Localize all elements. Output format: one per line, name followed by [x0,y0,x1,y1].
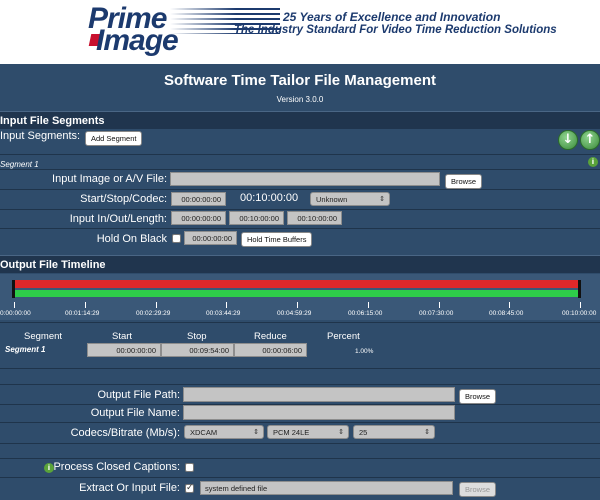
version-label: Version 3.0.0 [276,95,324,104]
extract-browse-button[interactable]: Browse [459,482,497,497]
timeline-tick [156,302,157,308]
output-path-browse-button[interactable]: Browse [459,389,497,404]
extract-input-label: Extract Or Input File: [79,482,180,494]
timeline-tick-label: 00:01:14:29 [65,310,100,317]
divider [0,189,600,190]
timeline-tick-label: 00:10:00:00 [562,310,597,317]
timeline-tick [226,302,227,308]
col-header-percent: Percent [327,331,360,342]
move-up-icon[interactable]: ↑ [580,130,600,150]
timeline-tick [509,302,510,308]
audio-codec-select[interactable]: PCM 24LE ⇕ [267,425,349,439]
closed-captions-label: Process Closed Captions: [53,461,180,473]
timeline-tick-label: 00:08:45:00 [489,310,524,317]
input-length-field[interactable]: 00:10:00:00 [287,211,342,225]
input-segments-label: Input Segments: [0,130,81,142]
codecs-bitrate-label: Codecs/Bitrate (Mb/s): [70,427,180,439]
codec-select[interactable]: Unknown ⇕ [310,192,390,206]
timeline-tick [14,302,15,308]
chevron-updown-icon: ⇕ [338,429,344,436]
divider [0,422,600,423]
hold-time-buffers-button[interactable]: Hold Time Buffers [241,232,313,247]
timeline-tick [297,302,298,308]
bitrate-value: 25 [359,428,368,437]
image-av-label: Input Image or A/V File: [52,173,167,185]
row-start-field[interactable]: 00:00:00:00 [87,343,161,357]
col-header-segment: Segment [24,331,63,342]
stop-time-display: 00:10:00:00 [240,192,299,204]
timeline-start-marker[interactable] [12,280,15,298]
divider [0,443,600,444]
extract-input-checkbox[interactable] [185,482,194,493]
video-codec-select[interactable]: XDCAM ⇕ [184,425,264,439]
input-out-field[interactable]: 00:10:00:00 [229,211,284,225]
start-time-input[interactable]: 00:00:00:00 [171,192,226,206]
chevron-updown-icon: ⇕ [253,429,259,436]
hold-on-black-label: Hold On Black [96,233,167,245]
input-in-field[interactable]: 00:00:00:00 [171,211,226,225]
output-timeline-header: Output File Timeline [0,255,600,273]
move-down-icon[interactable]: ↓ [558,130,578,150]
timeline-tick-label: 00:04:59:29 [277,310,312,317]
timeline-tick [368,302,369,308]
hold-time-field[interactable]: 00:00:00:00 [184,231,237,245]
input-segments-heading: Input File Segments [0,115,105,127]
timeline-tick-label: 00:07:30:00 [419,310,454,317]
chevron-updown-icon: ⇕ [424,429,430,436]
extract-input-field[interactable]: system defined file [200,481,453,495]
closed-captions-checkbox[interactable] [185,463,194,472]
row-reduce-field[interactable]: 00:00:06:00 [234,343,307,357]
divider [0,368,600,369]
page-title: Software Time Tailor File Management [163,72,436,89]
col-header-stop: Stop [187,331,207,342]
codec-select-value: Unknown [316,195,348,204]
timeline-output-bar[interactable] [14,290,580,297]
segment-title: Segment 1 [0,160,39,169]
input-segments-header: Input File Segments [0,111,600,129]
output-path-label: Output File Path: [97,389,180,401]
timeline-input-bar[interactable] [14,280,580,288]
timeline-end-marker[interactable] [578,280,581,298]
tagline-industry: The Industry Standard For Video Time Red… [234,24,557,36]
divider [0,169,600,170]
chevron-updown-icon: ⇕ [379,196,385,203]
divider [0,458,600,459]
start-stop-codec-label: Start/Stop/Codec: [80,193,167,205]
row-percent: 1.00% [355,348,374,355]
row-stop-field[interactable]: 00:09:54:00 [161,343,234,357]
col-header-reduce: Reduce [254,331,287,342]
divider [0,154,600,155]
add-segment-button[interactable]: Add Segment [85,131,143,146]
output-name-input[interactable] [183,405,455,420]
image-av-input[interactable] [170,172,440,186]
logo-text-image: Image [96,24,179,57]
timeline-tick-label: 00:03:44:29 [206,310,241,317]
output-path-input[interactable] [183,387,455,402]
image-av-browse-button[interactable]: Browse [445,174,483,189]
tagline-excellence: 25 Years of Excellence and Innovation [283,10,501,24]
row-segment-name: Segment 1 [5,345,46,354]
video-codec-value: XDCAM [190,428,218,437]
timeline-tick-label: 0:00:00:00 [0,310,31,317]
hold-on-black-checkbox[interactable] [172,234,181,243]
timeline-tick [85,302,86,308]
bitrate-select[interactable]: 25 ⇕ [353,425,435,439]
timeline-tick-label: 00:06:15:00 [348,310,383,317]
divider [0,209,600,210]
col-header-start: Start [112,331,133,342]
timeline-tick [439,302,440,308]
divider [0,228,600,229]
in-out-length-label: Input In/Out/Length: [69,213,167,225]
divider [0,384,600,385]
timeline-tick [580,302,581,308]
divider [0,477,600,478]
output-name-label: Output File Name: [90,407,180,419]
audio-codec-value: PCM 24LE [273,428,310,437]
timeline-tick-label: 00:02:29:29 [136,310,171,317]
divider [0,322,600,323]
segment-info-icon[interactable]: i [588,157,598,167]
header-banner: Prime Image 25 Years of Excellence and I… [0,0,600,64]
output-timeline-heading: Output File Timeline [0,259,106,271]
